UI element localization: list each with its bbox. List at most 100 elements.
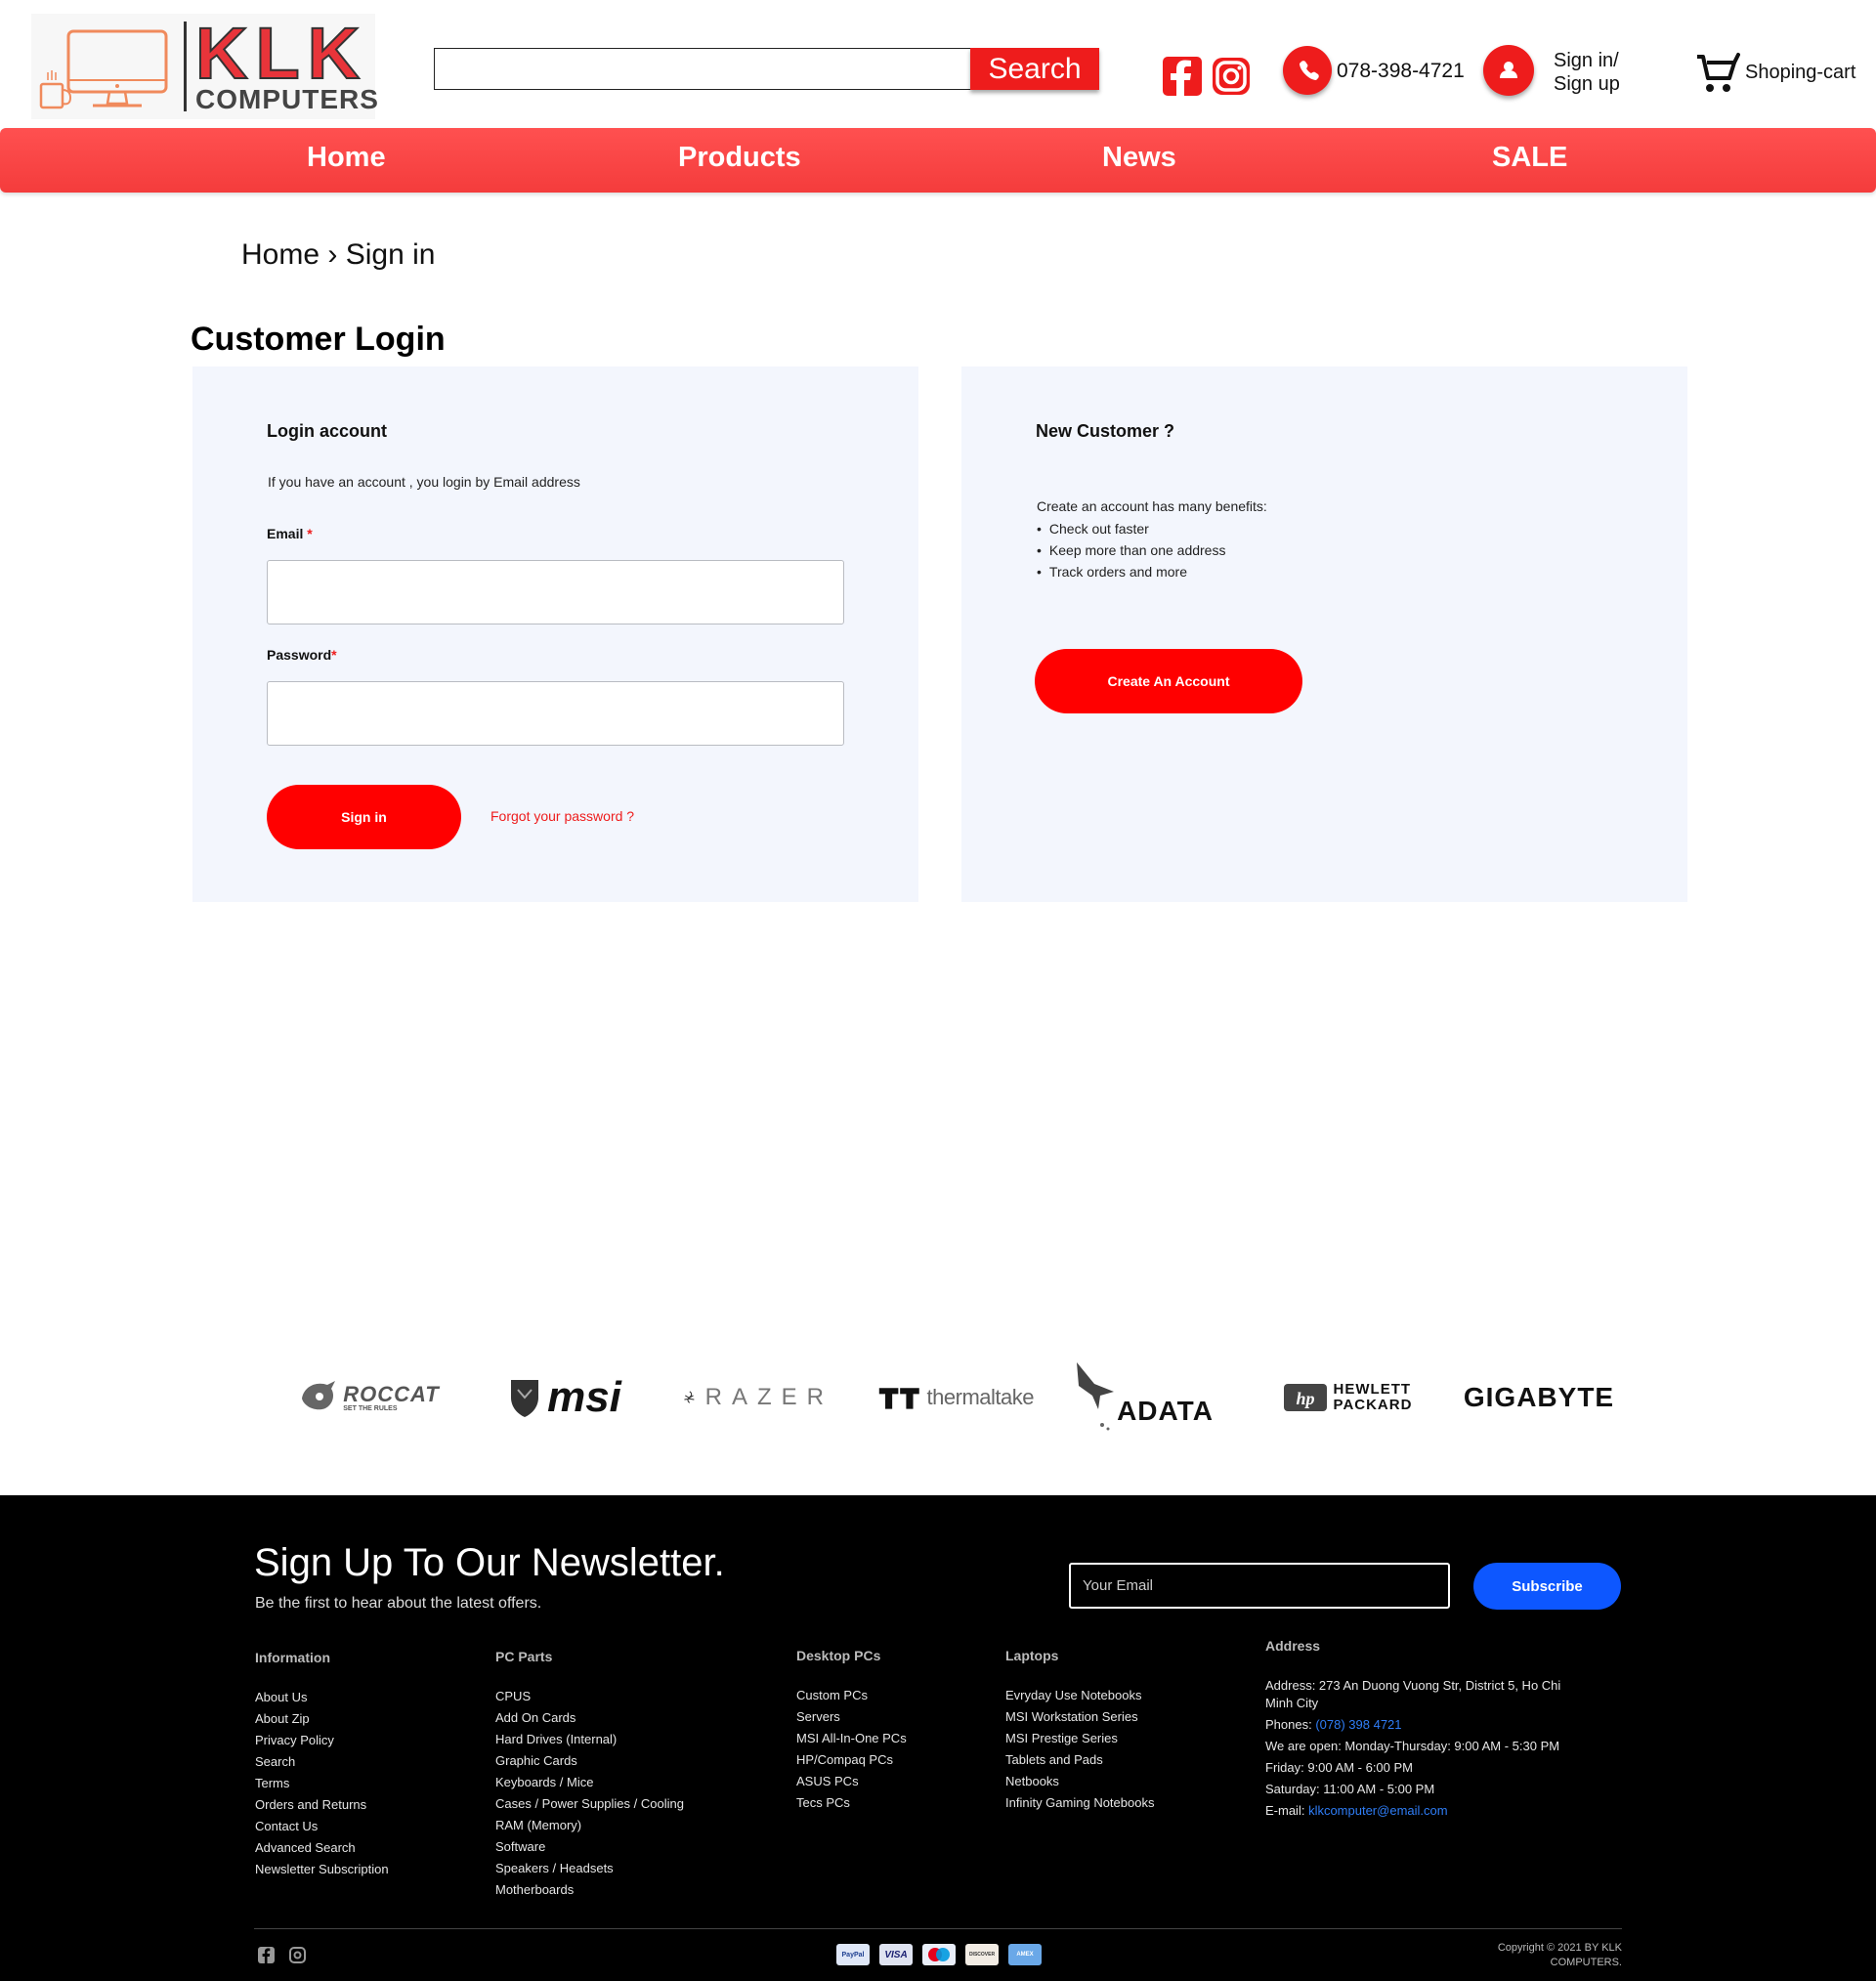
hours-saturday: Saturday: 11:00 AM - 5:00 PM	[1265, 1782, 1435, 1796]
brand-label: GIGABYTE	[1463, 1382, 1615, 1412]
email-line: E-mail: klkcomputer@email.com	[1265, 1802, 1578, 1820]
footer-link[interactable]: Advanced Search	[255, 1837, 389, 1859]
footer-link[interactable]: Contact Us	[255, 1816, 389, 1837]
footer-link[interactable]: Hard Drives (Internal)	[495, 1729, 684, 1750]
footer-link[interactable]: MSI Workstation Series	[1005, 1706, 1154, 1728]
copyright-line: COMPUTERS.	[1550, 1957, 1622, 1968]
svg-text:hp: hp	[1296, 1389, 1314, 1408]
facebook-icon[interactable]	[1163, 57, 1202, 96]
user-icon[interactable]	[1483, 45, 1534, 96]
footer-link[interactable]: ASUS PCs	[796, 1771, 907, 1792]
signin-signup-link[interactable]: Sign in/ Sign up	[1554, 49, 1620, 96]
footer-col-laptops: Evryday Use Notebooks MSI Workstation Se…	[1005, 1685, 1154, 1814]
breadcrumb-home[interactable]: Home	[241, 238, 320, 271]
footer-col-heading-laptops: Laptops	[1005, 1648, 1059, 1663]
phones-link[interactable]: (078) 398 4721	[1315, 1717, 1401, 1732]
instagram-icon[interactable]	[1212, 57, 1251, 96]
brand-logos: ROCCAT SET THE RULES msi RAZER thermalta…	[0, 1349, 1876, 1446]
brand-msi[interactable]: msi	[496, 1349, 633, 1446]
thermaltake-tt-icon	[878, 1388, 919, 1409]
footer-link[interactable]: Newsletter Subscription	[255, 1859, 389, 1880]
benefits-list: Check out faster Keep more than one addr…	[1037, 518, 1226, 582]
footer-link[interactable]: Privacy Policy	[255, 1730, 389, 1751]
footer-link[interactable]: Evryday Use Notebooks	[1005, 1685, 1154, 1706]
footer-link[interactable]: Cases / Power Supplies / Cooling	[495, 1793, 684, 1815]
brand-gigabyte[interactable]: GIGABYTE	[1460, 1349, 1618, 1446]
signin-button[interactable]: Sign in	[267, 785, 461, 849]
newsletter-email-input[interactable]	[1069, 1563, 1450, 1609]
razer-snake-icon	[684, 1391, 695, 1403]
footer-instagram-icon[interactable]	[289, 1947, 306, 1963]
hours-weekday: We are open: Monday-Thursday: 9:00 AM - …	[1265, 1739, 1560, 1753]
search-input[interactable]	[434, 48, 971, 90]
phone-icon[interactable]	[1283, 46, 1332, 95]
breadcrumb-separator: ›	[327, 238, 338, 271]
search-button[interactable]: Search	[970, 48, 1099, 90]
footer-link[interactable]: Netbooks	[1005, 1771, 1154, 1792]
nav-item-sale[interactable]: SALE	[1492, 142, 1567, 174]
site-header: KLK COMPUTERS Search 078-398-4721 Sign i…	[0, 0, 1876, 128]
brand-label: ROCCAT	[343, 1381, 440, 1406]
login-description: If you have an account , you login by Em…	[268, 474, 580, 490]
phone-number[interactable]: 078-398-4721	[1337, 60, 1465, 83]
footer-link[interactable]: MSI Prestige Series	[1005, 1728, 1154, 1749]
create-account-button[interactable]: Create An Account	[1035, 649, 1302, 713]
footer-link[interactable]: Graphic Cards	[495, 1750, 684, 1772]
footer-link[interactable]: Tablets and Pads	[1005, 1749, 1154, 1771]
nav-item-products[interactable]: Products	[678, 142, 801, 174]
nav-item-news[interactable]: News	[1102, 142, 1176, 174]
brand-thermaltake[interactable]: thermaltake	[877, 1349, 1035, 1446]
footer-link[interactable]: Servers	[796, 1706, 907, 1728]
footer-col-heading-desktop-pcs: Desktop PCs	[796, 1648, 881, 1663]
footer-link[interactable]: MSI All-In-One PCs	[796, 1728, 907, 1749]
email-field[interactable]	[267, 560, 844, 624]
footer-link[interactable]: RAM (Memory)	[495, 1815, 684, 1836]
hours-friday: Friday: 9:00 AM - 6:00 PM	[1265, 1760, 1414, 1775]
footer-link[interactable]: Software	[495, 1836, 684, 1858]
footer-link[interactable]: HP/Compaq PCs	[796, 1749, 907, 1771]
benefit-item: Keep more than one address	[1037, 539, 1226, 561]
roccat-icon	[302, 1381, 336, 1410]
footer-link[interactable]: Search	[255, 1751, 389, 1773]
forgot-password-link[interactable]: Forgot your password ?	[490, 808, 634, 824]
cart-icon[interactable]	[1695, 51, 1740, 99]
brand-roccat[interactable]: ROCCAT SET THE RULES	[293, 1349, 445, 1446]
footer-link[interactable]: Speakers / Headsets	[495, 1858, 684, 1879]
email-link[interactable]: klkcomputer@email.com	[1308, 1803, 1448, 1818]
footer-link[interactable]: Orders and Returns	[255, 1794, 389, 1816]
benefits-intro: Create an account has many benefits:	[1037, 498, 1267, 514]
footer-link[interactable]: Tecs PCs	[796, 1792, 907, 1814]
footer-link[interactable]: Add On Cards	[495, 1707, 684, 1729]
footer-col-heading-information: Information	[255, 1650, 330, 1665]
brand-razer[interactable]: RAZER	[682, 1349, 833, 1446]
brand-hp[interactable]: hp HEWLETT PACKARD	[1274, 1349, 1421, 1446]
footer-facebook-icon[interactable]	[258, 1947, 275, 1963]
hp-icon: hp	[1283, 1384, 1327, 1411]
footer-link[interactable]: About Us	[255, 1687, 389, 1708]
cart-label[interactable]: Shoping-cart	[1745, 62, 1855, 84]
computer-logo-icon	[39, 29, 168, 109]
brand-adata[interactable]: ADATA	[1073, 1349, 1215, 1446]
footer-col-information: About Us About Zip Privacy Policy Search…	[255, 1687, 389, 1880]
footer-link[interactable]: Keyboards / Mice	[495, 1772, 684, 1793]
newsletter-subtitle: Be the first to hear about the latest of…	[255, 1595, 542, 1612]
password-label-text: Password	[267, 647, 332, 663]
required-mark: *	[307, 526, 313, 541]
footer-link[interactable]: CPUS	[495, 1686, 684, 1707]
new-customer-panel: New Customer ? Create an account has man…	[961, 366, 1687, 902]
footer-link[interactable]: Custom PCs	[796, 1685, 907, 1706]
nav-item-home[interactable]: Home	[307, 142, 386, 174]
signup-label: Sign up	[1554, 73, 1620, 95]
footer-link[interactable]: Motherboards	[495, 1879, 684, 1901]
footer-link[interactable]: About Zip	[255, 1708, 389, 1730]
footer-link[interactable]: Terms	[255, 1773, 389, 1794]
footer-col-heading-address: Address	[1265, 1638, 1321, 1654]
site-logo[interactable]: KLK COMPUTERS	[31, 14, 378, 119]
password-field[interactable]	[267, 681, 844, 746]
phones-label: Phones:	[1265, 1717, 1316, 1732]
page-title: Customer Login	[191, 321, 446, 358]
subscribe-button[interactable]: Subscribe	[1473, 1563, 1621, 1610]
logo-divider	[184, 22, 187, 111]
footer-link[interactable]: Infinity Gaming Notebooks	[1005, 1792, 1154, 1814]
main-nav: Home Products News SALE	[0, 128, 1876, 193]
